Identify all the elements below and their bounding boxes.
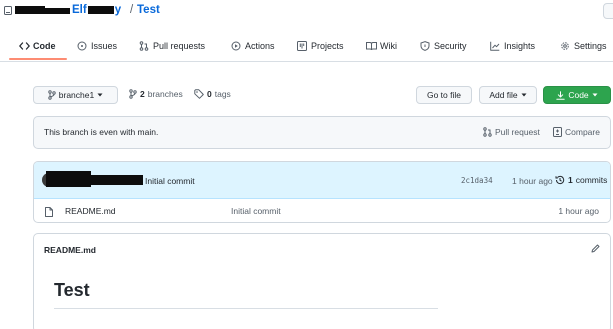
readme-heading: Test (54, 280, 90, 300)
header-action-button[interactable] (603, 3, 613, 19)
tab-label: Wiki (380, 41, 397, 51)
gear-icon (560, 41, 570, 51)
redacted-author-block-2 (91, 175, 143, 185)
table-row: README.md Initial commit 1 hour ago (34, 199, 610, 222)
active-tab-underline (9, 58, 67, 60)
repo-name-link[interactable]: Test (137, 4, 160, 16)
go-to-file-label: Go to file (426, 90, 462, 100)
pencil-icon[interactable] (591, 244, 600, 253)
tab-projects[interactable]: Projects (297, 41, 344, 61)
branch-select-button[interactable]: branche1 (33, 86, 118, 104)
tab-security[interactable]: Security (420, 41, 467, 61)
tab-insights[interactable]: Insights (490, 41, 535, 61)
tags-link[interactable]: 0 tags (194, 89, 231, 99)
tab-label: Pull requests (153, 41, 206, 51)
breadcrumb-separator: / (130, 4, 134, 16)
commits-history-link[interactable]: 1 commits (555, 175, 607, 185)
redacted-owner-middle (87, 6, 114, 14)
project-icon (297, 41, 307, 51)
branch-status-text: This branch is even with main. (44, 127, 159, 137)
tab-label: Actions (245, 41, 275, 51)
tab-label: Issues (91, 41, 118, 51)
graph-icon (490, 41, 500, 51)
chevron-down-icon (592, 93, 598, 97)
issue-icon (77, 41, 87, 51)
tab-label: Insights (504, 41, 536, 51)
tab-settings[interactable]: Settings (560, 41, 607, 61)
commit-time: 1 hour ago (512, 176, 553, 186)
branch-status-box: This branch is even with main. Pull requ… (33, 116, 611, 149)
file-name-link[interactable]: README.md (65, 206, 116, 216)
chevron-down-icon (521, 93, 527, 97)
tab-pull-requests[interactable]: Pull requests (139, 41, 205, 61)
branch-icon (48, 90, 56, 100)
play-icon (231, 41, 241, 51)
chevron-down-icon (97, 93, 103, 97)
tab-label: Code (33, 41, 56, 51)
redacted-owner-block-2 (45, 8, 70, 14)
redacted-owner-block (15, 6, 45, 14)
compare-label: Compare (565, 127, 600, 137)
commits-label: commits (575, 175, 608, 185)
history-icon (555, 175, 565, 185)
tab-label: Projects (311, 41, 344, 51)
pull-request-icon (483, 127, 492, 137)
branches-label: branches (147, 89, 183, 99)
compare-link[interactable]: Compare (553, 127, 600, 137)
pull-request-label: Pull request (495, 127, 540, 137)
shield-icon (420, 41, 430, 51)
heading-divider (54, 308, 438, 309)
add-file-label: Add file (489, 90, 518, 100)
commits-count: 1 (568, 175, 573, 185)
readme-box: README.md Test (33, 233, 611, 329)
go-to-file-button[interactable]: Go to file (416, 86, 472, 104)
latest-commit-message[interactable]: Initial commit (145, 176, 195, 186)
tags-label: tags (214, 89, 231, 99)
diff-icon (553, 127, 562, 137)
repo-header: Elf y / Test (0, 0, 613, 22)
tab-label: Security (434, 41, 467, 51)
tab-label: Settings (574, 41, 607, 51)
branches-count: 2 (140, 89, 145, 99)
file-list-box: Initial commit 2c1da34 1 hour ago 1 comm… (33, 161, 611, 223)
readme-filename: README.md (44, 245, 96, 255)
repo-owner-link[interactable]: Elf y (72, 4, 132, 16)
repo-tab-nav: Code Issues Pull requests Actions Projec… (0, 34, 613, 62)
pull-request-link[interactable]: Pull request (483, 127, 540, 137)
file-icon (45, 207, 53, 217)
branch-name: branche1 (58, 90, 95, 100)
file-commit-time: 1 hour ago (558, 206, 599, 216)
add-file-button[interactable]: Add file (479, 86, 537, 104)
code-button-label: Code (568, 90, 589, 100)
commit-hash[interactable]: 2c1da34 (461, 176, 493, 185)
repo-icon (4, 6, 13, 16)
pull-request-icon (139, 41, 149, 51)
tab-issues[interactable]: Issues (77, 41, 117, 61)
code-icon (19, 41, 30, 51)
branch-icon (129, 89, 137, 99)
code-dropdown-button[interactable]: Code (543, 86, 611, 104)
book-icon (366, 41, 377, 51)
tab-wiki[interactable]: Wiki (366, 41, 397, 61)
download-icon (556, 90, 566, 100)
latest-commit-bar: Initial commit 2c1da34 1 hour ago 1 comm… (34, 162, 610, 199)
tags-count: 0 (207, 89, 212, 99)
tab-actions[interactable]: Actions (231, 41, 275, 61)
redacted-author-block (46, 171, 91, 187)
file-commit-message[interactable]: Initial commit (231, 206, 281, 216)
branches-link[interactable]: 2 branches (129, 89, 183, 99)
tag-icon (194, 89, 204, 99)
